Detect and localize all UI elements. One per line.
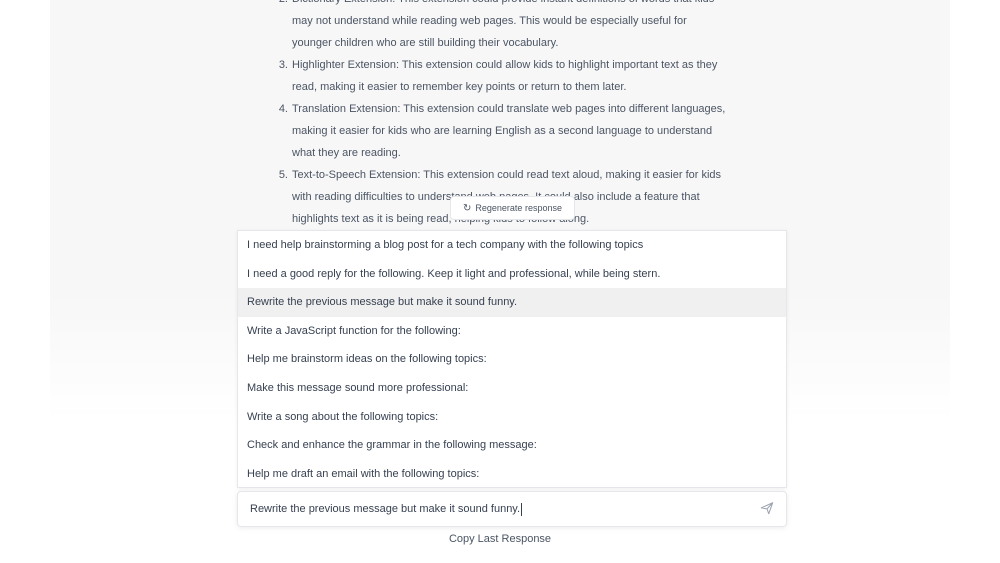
suggestion-item[interactable]: Help me brainstorm ideas on the followin…	[238, 345, 786, 374]
response-line: younger children who are still building …	[292, 37, 559, 49]
regenerate-response-button[interactable]: ↻ Regenerate response	[450, 196, 575, 220]
suggestion-item[interactable]: Check and enhance the grammar in the fol…	[238, 431, 786, 460]
list-number: 2.	[268, 0, 292, 54]
response-line: what they are reading.	[292, 147, 401, 159]
suggestion-item[interactable]: I need help brainstorming a blog post fo…	[238, 231, 786, 260]
suggestion-item[interactable]: Write a JavaScript function for the foll…	[238, 317, 786, 346]
response-list-item: 4. Translation Extension: This extension…	[268, 98, 748, 164]
message-input[interactable]: Rewrite the previous message but make it…	[250, 503, 520, 515]
suggestion-item[interactable]: Write a song about the following topics:	[238, 403, 786, 432]
suggestion-item-selected[interactable]: Rewrite the previous message but make it…	[238, 288, 786, 317]
list-number: 5.	[278, 169, 288, 181]
response-line: Dictionary Extension: This extension cou…	[292, 0, 748, 10]
response-line: Text-to-Speech Extension: This extension…	[292, 169, 722, 181]
response-line: Translation Extension: This extension co…	[292, 103, 726, 115]
response-list-item: 3. Highlighter Extension: This extension…	[268, 54, 748, 98]
send-icon[interactable]	[760, 501, 774, 515]
regenerate-label: Regenerate response	[475, 203, 562, 213]
copy-last-response-link[interactable]: Copy Last Response	[0, 530, 1000, 548]
list-number: 4.	[278, 103, 288, 115]
response-line: Highlighter Extension: This extension co…	[292, 59, 718, 71]
response-line: read, making it easier to remember key p…	[292, 81, 627, 93]
prompt-suggestions-dropdown: I need help brainstorming a blog post fo…	[237, 230, 787, 488]
response-line: may not understand while reading web pag…	[292, 15, 687, 27]
list-number: 3.	[278, 59, 288, 71]
suggestion-item[interactable]: Help me draft an email with the followin…	[238, 460, 786, 489]
response-line: making it easier for kids who are learni…	[292, 125, 713, 137]
suggestion-item[interactable]: Make this message sound more professiona…	[238, 374, 786, 403]
refresh-icon: ↻	[463, 202, 472, 214]
response-list-item: 2. Dictionary Extension: This extension …	[268, 0, 748, 54]
message-input-box[interactable]: Rewrite the previous message but make it…	[237, 491, 787, 527]
text-caret	[521, 502, 523, 516]
suggestion-item[interactable]: I need a good reply for the following. K…	[238, 260, 786, 289]
